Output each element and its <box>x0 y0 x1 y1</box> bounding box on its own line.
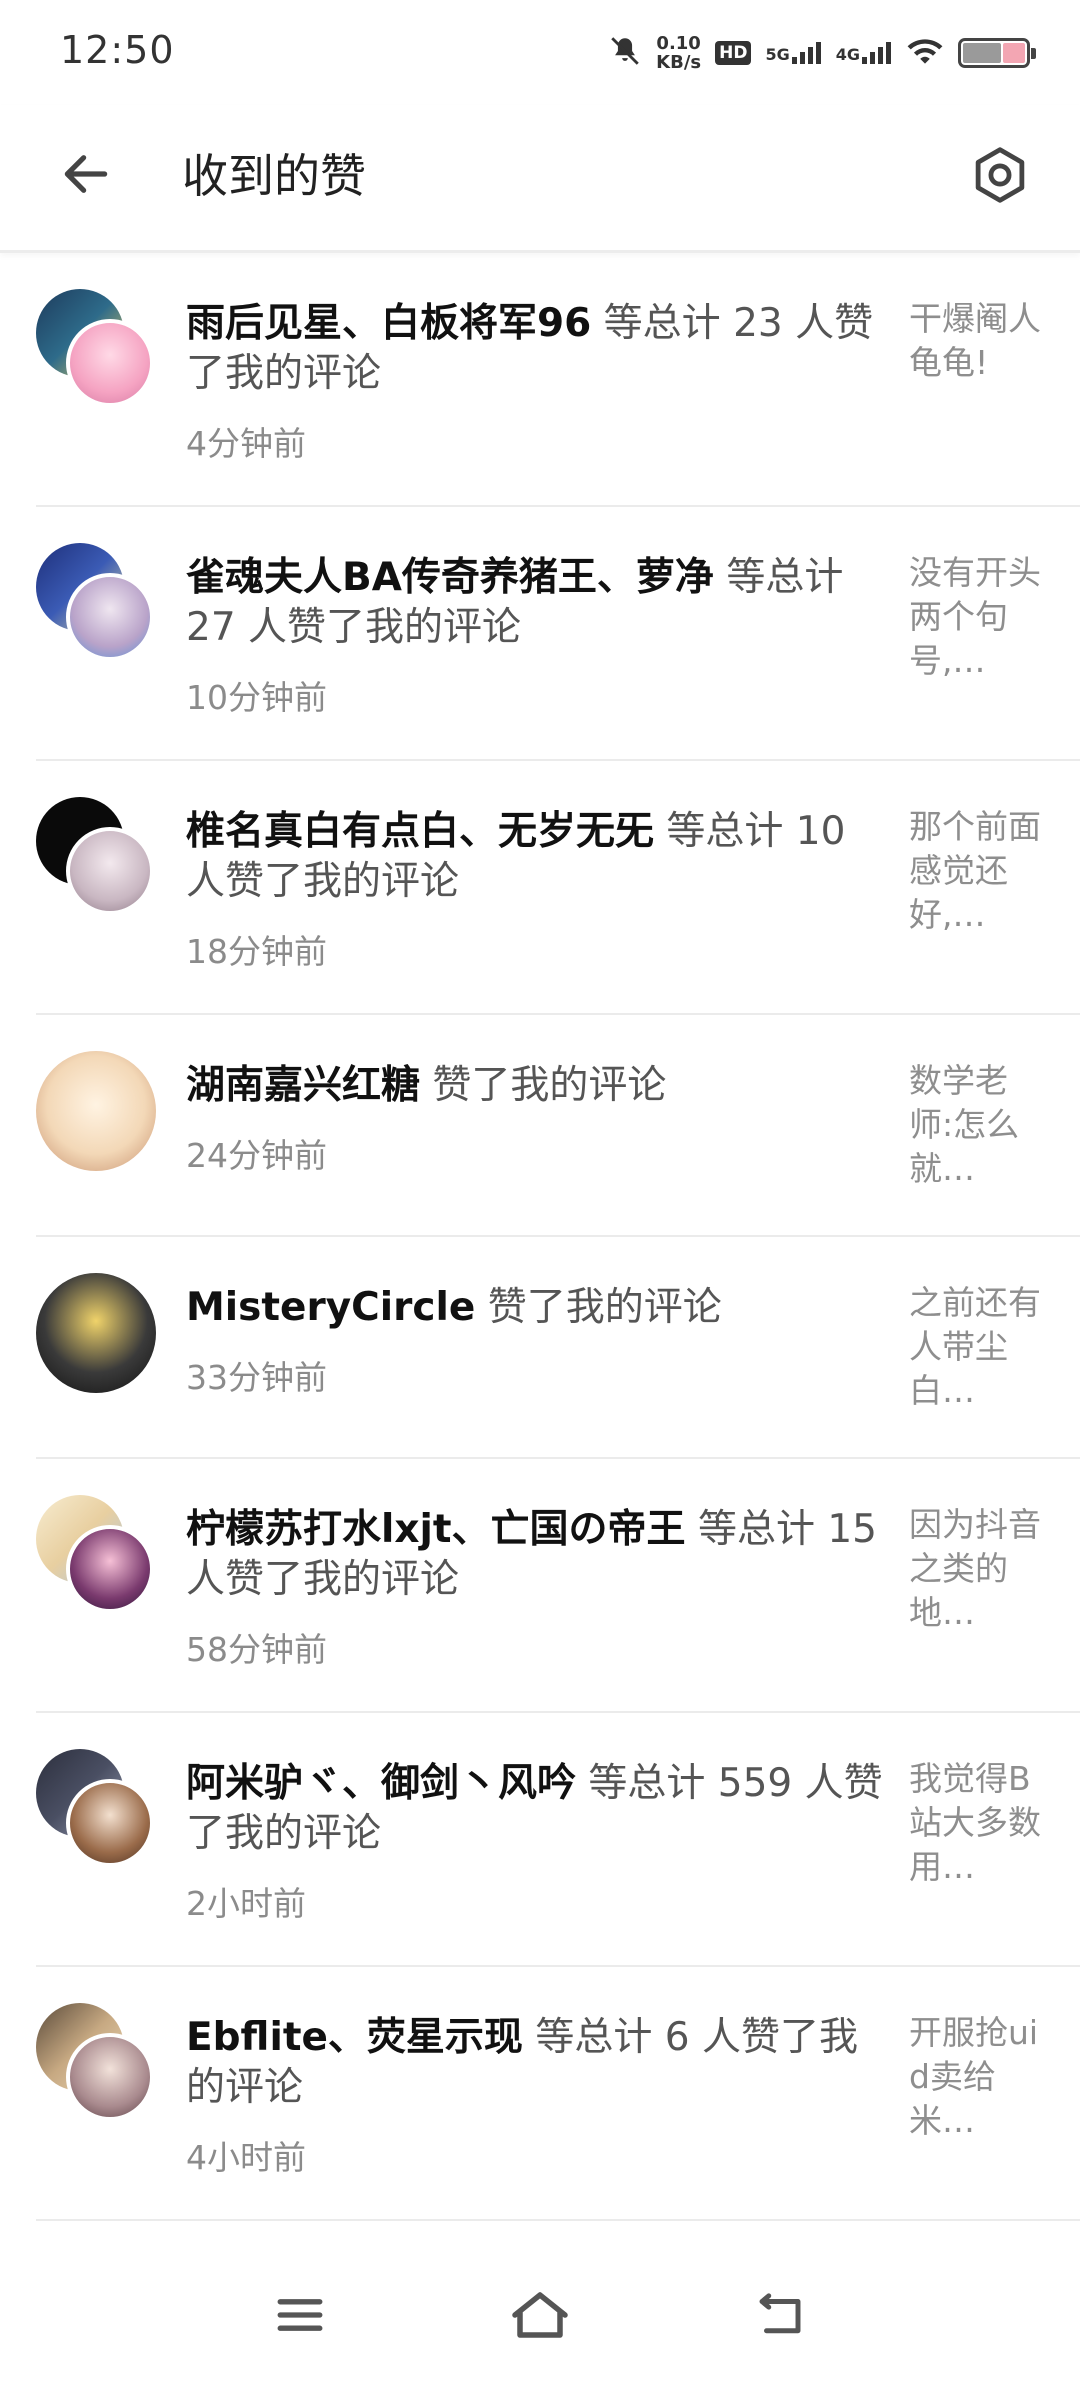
item-time: 4小时前 <box>186 2138 306 2177</box>
comment-preview[interactable]: 我觉得B站大多数用… <box>909 1757 1041 1889</box>
item-text: 雀魂夫人BA传奇养猪王、萝净 等总计 27 人赞了我的评论 <box>186 553 886 653</box>
signal-5g-icon: 5G <box>765 42 821 64</box>
mute-icon <box>608 34 642 72</box>
item-time: 24分钟前 <box>186 1136 327 1175</box>
list-item[interactable]: 湖南嘉兴红糖 赞了我的评论 24分钟前 数学老师:怎么就… <box>0 1015 1080 1237</box>
comment-preview[interactable]: 没有开头两个句号,… <box>909 551 1041 683</box>
item-time: 2小时前 <box>186 1884 306 1923</box>
liker-names[interactable]: Ebflite、荧星示现 <box>186 2015 523 2060</box>
battery-icon <box>958 38 1036 68</box>
item-time: 18分钟前 <box>186 932 327 971</box>
item-content: MisteryCircle 赞了我的评论 33分钟前 <box>186 1283 886 1399</box>
liker-names[interactable]: 雨后见星、白板将军96 <box>186 301 591 346</box>
home-icon <box>512 2292 568 2338</box>
avatar-stack[interactable] <box>36 289 156 409</box>
back-button[interactable] <box>50 138 122 210</box>
avatar-stack[interactable] <box>36 1051 156 1171</box>
avatar[interactable] <box>36 1051 156 1171</box>
avatar-stack[interactable] <box>36 1495 156 1615</box>
comment-preview[interactable]: 那个前面感觉还好,… <box>909 805 1041 937</box>
list-item[interactable]: 椎名真白有点白、无岁无旡 等总计 10 人赞了我的评论 18分钟前 那个前面感觉… <box>0 761 1080 1015</box>
settings-button[interactable] <box>960 135 1040 215</box>
item-content: 湖南嘉兴红糖 赞了我的评论 24分钟前 <box>186 1061 886 1177</box>
avatar[interactable] <box>66 827 154 915</box>
net-speed-value: 0.10 <box>656 33 701 54</box>
back-nav-icon <box>759 2293 801 2334</box>
system-nav-bar <box>0 2230 1080 2400</box>
page-title: 收到的赞 <box>182 149 366 203</box>
back-nav-button[interactable] <box>735 2280 825 2350</box>
item-text: Ebflite、荧星示现 等总计 6 人赞了我的评论 <box>186 2013 886 2113</box>
signal-5g-label: 5G <box>765 45 790 64</box>
avatar[interactable] <box>66 1779 154 1867</box>
signal-4g-icon: 4G <box>836 42 892 64</box>
like-action: 赞了我的评论 <box>420 1063 667 1108</box>
avatar[interactable] <box>36 1273 156 1393</box>
list-item[interactable]: 雀魂夫人BA传奇养猪王、萝净 等总计 27 人赞了我的评论 10分钟前 没有开头… <box>0 507 1080 761</box>
item-time: 4分钟前 <box>186 424 306 463</box>
net-speed: 0.10 KB/s <box>656 34 701 72</box>
item-content: 柠檬苏打水lxjt、亡国の帝王 等总计 15 人赞了我的评论 58分钟前 <box>186 1505 886 1671</box>
hd-label: HD <box>715 41 752 65</box>
hd-icon: HD <box>715 41 752 65</box>
liker-names[interactable]: 柠檬苏打水lxjt、亡国の帝王 <box>186 1507 686 1552</box>
menu-icon <box>277 2299 323 2331</box>
liker-names[interactable]: 阿米驴ヾ、御剑丶风吟 <box>186 1761 576 1806</box>
item-time: 10分钟前 <box>186 678 327 717</box>
liker-names[interactable]: 湖南嘉兴红糖 <box>186 1063 420 1108</box>
comment-preview[interactable]: 开服抢uid卖给米… <box>909 2011 1041 2143</box>
item-text: 湖南嘉兴红糖 赞了我的评论 <box>186 1061 886 1111</box>
item-content: 雨后见星、白板将军96 等总计 23 人赞了我的评论 4分钟前 <box>186 299 886 465</box>
item-content: Ebflite、荧星示现 等总计 6 人赞了我的评论 4小时前 <box>186 2013 886 2179</box>
item-text: 柠檬苏打水lxjt、亡国の帝王 等总计 15 人赞了我的评论 <box>186 1505 886 1605</box>
status-time: 12:50 <box>60 28 175 72</box>
net-speed-unit: KB/s <box>656 52 702 73</box>
liker-names[interactable]: 雀魂夫人BA传奇养猪王、萝净 <box>186 555 714 600</box>
avatar-stack[interactable] <box>36 2003 156 2123</box>
home-button[interactable] <box>495 2280 585 2350</box>
avatar[interactable] <box>66 1525 154 1613</box>
item-content: 阿米驴ヾ、御剑丶风吟 等总计 559 人赞了我的评论 2小时前 <box>186 1759 886 1925</box>
signal-4g-label: 4G <box>835 45 860 64</box>
list-item[interactable]: 柠檬苏打水lxjt、亡国の帝王 等总计 15 人赞了我的评论 58分钟前 因为抖… <box>0 1459 1080 1713</box>
status-bar: 12:50 0.10 KB/s HD 5G 4G <box>0 0 1080 105</box>
avatar[interactable] <box>66 573 154 661</box>
item-content: 雀魂夫人BA传奇养猪王、萝净 等总计 27 人赞了我的评论 10分钟前 <box>186 553 886 719</box>
arrow-left-icon <box>64 155 108 193</box>
comment-preview[interactable]: 干爆阉人龟龟! <box>909 297 1041 385</box>
menu-button[interactable] <box>255 2280 345 2350</box>
item-text: 阿米驴ヾ、御剑丶风吟 等总计 559 人赞了我的评论 <box>186 1759 886 1859</box>
wifi-icon <box>906 36 944 70</box>
gear-icon <box>975 147 1025 203</box>
divider <box>36 2219 1080 2221</box>
like-notification-list: 雨后见星、白板将军96 等总计 23 人赞了我的评论 4分钟前 干爆阉人龟龟! … <box>0 253 1080 2221</box>
item-time: 33分钟前 <box>186 1358 327 1397</box>
list-item[interactable]: 阿米驴ヾ、御剑丶风吟 等总计 559 人赞了我的评论 2小时前 我觉得B站大多数… <box>0 1713 1080 1967</box>
list-item[interactable]: MisteryCircle 赞了我的评论 33分钟前 之前还有人带尘白… <box>0 1237 1080 1459</box>
item-text: MisteryCircle 赞了我的评论 <box>186 1283 886 1333</box>
list-item[interactable]: 雨后见星、白板将军96 等总计 23 人赞了我的评论 4分钟前 干爆阉人龟龟! <box>0 253 1080 507</box>
avatar-stack[interactable] <box>36 1749 156 1869</box>
comment-preview[interactable]: 因为抖音之类的地… <box>909 1503 1041 1635</box>
avatar-stack[interactable] <box>36 543 156 663</box>
item-content: 椎名真白有点白、无岁无旡 等总计 10 人赞了我的评论 18分钟前 <box>186 807 886 973</box>
avatar[interactable] <box>66 319 154 407</box>
liker-names[interactable]: MisteryCircle <box>186 1285 475 1330</box>
status-icons: 0.10 KB/s HD 5G 4G <box>608 28 1036 78</box>
item-text: 椎名真白有点白、无岁无旡 等总计 10 人赞了我的评论 <box>186 807 886 907</box>
app-header: 收到的赞 <box>0 105 1080 253</box>
liker-names[interactable]: 椎名真白有点白、无岁无旡 <box>186 809 654 854</box>
avatar-stack[interactable] <box>36 1273 156 1393</box>
list-item[interactable]: Ebflite、荧星示现 等总计 6 人赞了我的评论 4小时前 开服抢uid卖给… <box>0 1967 1080 2221</box>
item-time: 58分钟前 <box>186 1630 327 1669</box>
like-action: 赞了我的评论 <box>475 1285 722 1330</box>
comment-preview[interactable]: 之前还有人带尘白… <box>909 1281 1041 1413</box>
item-text: 雨后见星、白板将军96 等总计 23 人赞了我的评论 <box>186 299 886 399</box>
comment-preview[interactable]: 数学老师:怎么就… <box>909 1059 1041 1191</box>
avatar[interactable] <box>66 2033 154 2121</box>
avatar-stack[interactable] <box>36 797 156 917</box>
